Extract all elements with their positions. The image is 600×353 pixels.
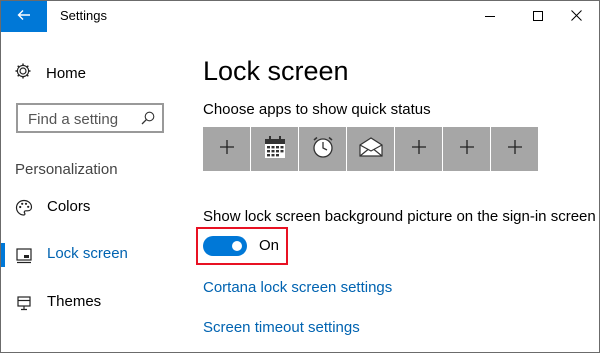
toggle-state-label: On [259,237,280,254]
search-placeholder: Find a setting [28,111,119,128]
plus-icon [219,139,235,160]
quick-status-tile-alarms[interactable] [299,127,346,171]
quick-status-tile-add[interactable] [395,127,442,171]
nav-home-label: Home [46,64,87,82]
active-indicator [1,243,5,267]
lock-screen-icon [15,246,33,264]
search-icon[interactable] [141,111,155,130]
sidebar-item-lock-screen[interactable]: Lock screen [1,241,191,269]
calendar-icon [264,135,286,164]
plus-icon [411,139,427,160]
screen-timeout-settings-link[interactable]: Screen timeout settings [203,319,360,336]
quick-status-tile-add[interactable] [203,127,250,171]
quick-status-tiles [203,127,538,171]
gear-icon [14,62,32,85]
sidebar-item-colors[interactable]: Colors [1,194,191,222]
toggle-knob [232,241,242,251]
mail-icon [358,136,384,163]
quick-status-label: Choose apps to show quick status [203,101,431,118]
plus-icon [507,139,523,160]
maximize-icon [533,8,543,26]
title-bar: Settings [1,1,599,32]
minimize-icon [485,8,495,26]
palette-icon [15,199,33,217]
back-arrow-icon [17,8,31,26]
quick-status-tile-calendar[interactable] [251,127,298,171]
quick-status-tile-mail[interactable] [347,127,394,171]
minimize-button[interactable] [467,1,513,32]
background-toggle-label: Show lock screen background picture on t… [203,208,596,225]
alarm-icon [311,135,335,164]
cortana-lock-screen-settings-link[interactable]: Cortana lock screen settings [203,279,392,296]
background-picture-toggle[interactable] [203,236,247,256]
sidebar-item-themes[interactable]: Themes [1,289,191,317]
quick-status-tile-add[interactable] [443,127,490,171]
sidebar-item-label: Colors [47,198,91,215]
sidebar-item-label: Themes [47,293,102,310]
quick-status-tile-add[interactable] [491,127,538,171]
section-heading: Personalization [15,161,118,178]
nav-home[interactable]: Home [14,61,86,85]
search-input[interactable]: Find a setting [16,103,164,133]
close-icon [570,8,582,26]
settings-window: Settings Home Find a setting Personaliza… [0,0,600,353]
back-button[interactable] [1,1,47,32]
page-title: Lock screen [203,56,349,86]
sidebar-item-label: Lock screen [47,245,128,262]
app-title: Settings [60,8,107,23]
themes-icon [15,294,33,312]
plus-icon [459,139,475,160]
close-button[interactable] [553,1,599,32]
